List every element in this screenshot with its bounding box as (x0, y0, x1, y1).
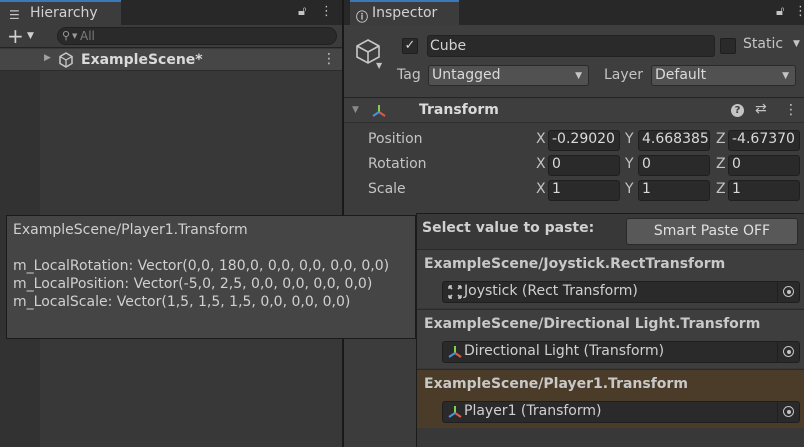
transform-title: Transform (419, 102, 499, 118)
rotation-y-field[interactable]: 0 (638, 155, 710, 176)
foldout-arrow-icon[interactable]: ▶ (44, 53, 51, 63)
hierarchy-search-input[interactable] (80, 28, 330, 44)
position-label: Position (368, 131, 423, 147)
object-field[interactable]: Directional Light (Transform) (442, 341, 800, 363)
object-field-label: Directional Light (Transform) (464, 343, 665, 359)
object-picker-icon[interactable] (777, 282, 799, 302)
transform-icon (372, 105, 386, 117)
rect-transform-icon (448, 285, 462, 299)
inspector-tab-bar: ⓘ Inspector 🔓︎ ⋮ (344, 0, 804, 25)
axis-y-label[interactable]: Y (625, 131, 634, 147)
icon-dropdown-caret-icon[interactable]: ▼ (376, 61, 382, 70)
component-kebab-menu-icon[interactable]: ⋮ (784, 102, 798, 118)
chevron-down-icon: ▼ (782, 71, 789, 81)
scale-row: Scale X 1 Y 1 Z 1 (344, 179, 804, 201)
axis-y-label[interactable]: Y (625, 156, 634, 172)
tag-label: Tag (397, 67, 421, 83)
tooltip-local-scale: m_LocalScale: Vector(1,5, 1,5, 1,5, 0,0,… (13, 294, 351, 310)
rotation-x-field[interactable]: 0 (548, 155, 620, 176)
position-x-field[interactable]: -0.29020 (548, 130, 620, 151)
smart-paste-button[interactable]: Smart Paste OFF (626, 218, 798, 245)
axis-y-label[interactable]: Y (625, 181, 634, 197)
position-z-field[interactable]: -4.67370 (728, 130, 800, 151)
scene-kebab-menu-icon[interactable]: ⋮ (322, 51, 336, 67)
static-checkbox[interactable] (720, 38, 736, 54)
paste-item-path: ExampleScene/Joystick.RectTransform (424, 256, 726, 272)
scene-row[interactable]: ▶ ExampleScene* ⋮ (0, 49, 342, 71)
list-icon: ☰ (9, 8, 20, 22)
hierarchy-tab[interactable]: ☰ Hierarchy (0, 0, 121, 25)
paste-item-path: ExampleScene/Player1.Transform (424, 376, 688, 392)
axis-z-label[interactable]: Z (716, 181, 726, 197)
tooltip-title: ExampleScene/Player1.Transform (13, 222, 248, 238)
help-icon[interactable]: ? (731, 104, 744, 117)
hierarchy-tab-label: Hierarchy (30, 5, 98, 21)
transform-icon (448, 406, 462, 418)
create-dropdown-caret-icon[interactable]: ▼ (27, 31, 34, 41)
foldout-arrow-icon[interactable]: ▼ (352, 105, 359, 115)
kebab-menu-icon[interactable]: ⋮ (794, 4, 804, 19)
scale-label: Scale (368, 181, 406, 197)
rotation-z-field[interactable]: 0 (728, 155, 800, 176)
object-field[interactable]: Joystick (Rect Transform) (442, 281, 800, 303)
axis-x-label[interactable]: X (536, 156, 546, 172)
axis-x-label[interactable]: X (536, 181, 546, 197)
value-preview-tooltip: ExampleScene/Player1.Transform m_LocalRo… (6, 215, 416, 339)
position-row: Position X -0.29020 Y 4.668385 Z -4.6737… (344, 129, 804, 151)
static-dropdown-caret-icon[interactable]: ▼ (793, 39, 800, 49)
scale-y-field[interactable]: 1 (638, 180, 710, 201)
hierarchy-tab-bar: ☰ Hierarchy 🔓︎ ⋮ (0, 0, 342, 25)
tag-value: Untagged (432, 67, 501, 83)
inspector-tab[interactable]: ⓘ Inspector (350, 0, 459, 25)
unity-scene-icon (59, 52, 73, 68)
paste-item[interactable]: ExampleScene/Directional Light.Transform… (417, 309, 804, 368)
static-label: Static (743, 36, 784, 52)
axis-z-label[interactable]: Z (716, 156, 726, 172)
gameobject-header: ▼ ✓ Static ▼ Tag Untagged ▼ Layer Defaul… (344, 25, 804, 98)
kebab-menu-icon[interactable]: ⋮ (320, 4, 333, 19)
object-picker-icon[interactable] (777, 342, 799, 362)
paste-item-path: ExampleScene/Directional Light.Transform (424, 316, 761, 332)
position-y-field[interactable]: 4.668385 (638, 130, 710, 151)
paste-popup-title: Select value to paste: (422, 220, 595, 236)
transform-icon (448, 346, 462, 358)
lock-icon[interactable]: 🔓︎ (776, 4, 784, 19)
layer-label: Layer (604, 67, 644, 83)
axis-x-label[interactable]: X (536, 131, 546, 147)
inspector-tab-label: Inspector (372, 5, 438, 21)
object-field[interactable]: Player1 (Transform) (442, 401, 800, 423)
paste-item[interactable]: ExampleScene/Joystick.RectTransform Joys… (417, 249, 804, 308)
layer-dropdown[interactable]: Default ▼ (651, 65, 796, 86)
object-name-input[interactable] (427, 35, 715, 57)
rotation-label: Rotation (368, 156, 427, 172)
create-button[interactable]: + (7, 24, 24, 48)
tooltip-local-position: m_LocalPosition: Vector(-5,0, 2,5, 0,0, … (13, 276, 373, 292)
scale-x-field[interactable]: 1 (548, 180, 620, 201)
hierarchy-toolbar: + ▼ ⚲ ▼ (0, 24, 342, 48)
chevron-down-icon: ▼ (575, 71, 582, 81)
paste-value-popup: Select value to paste: Smart Paste OFF E… (416, 213, 804, 447)
paste-item-selected[interactable]: ExampleScene/Player1.Transform Player1 (… (417, 369, 804, 428)
layer-value: Default (655, 67, 707, 83)
info-icon: ⓘ (356, 10, 369, 24)
search-icon[interactable]: ⚲ (62, 29, 70, 42)
transform-component-header[interactable]: ▼ Transform ? ⇄ ⋮ (344, 99, 804, 123)
lock-icon[interactable]: 🔓︎ (298, 4, 306, 19)
presets-icon[interactable]: ⇄ (755, 101, 767, 117)
active-checkbox[interactable]: ✓ (402, 38, 418, 54)
scene-label: ExampleScene* (81, 52, 203, 68)
object-field-label: Joystick (Rect Transform) (464, 283, 638, 299)
rotation-row: Rotation X 0 Y 0 Z 0 (344, 154, 804, 176)
hierarchy-search-box[interactable]: ⚲ ▼ (57, 27, 337, 45)
tooltip-local-rotation: m_LocalRotation: Vector(0,0, 180,0, 0,0,… (13, 258, 390, 274)
tag-dropdown[interactable]: Untagged ▼ (428, 65, 589, 86)
object-picker-icon[interactable] (777, 402, 799, 422)
object-field-label: Player1 (Transform) (464, 403, 602, 419)
axis-z-label[interactable]: Z (716, 131, 726, 147)
search-caret-icon[interactable]: ▼ (72, 32, 77, 40)
scale-z-field[interactable]: 1 (728, 180, 800, 201)
